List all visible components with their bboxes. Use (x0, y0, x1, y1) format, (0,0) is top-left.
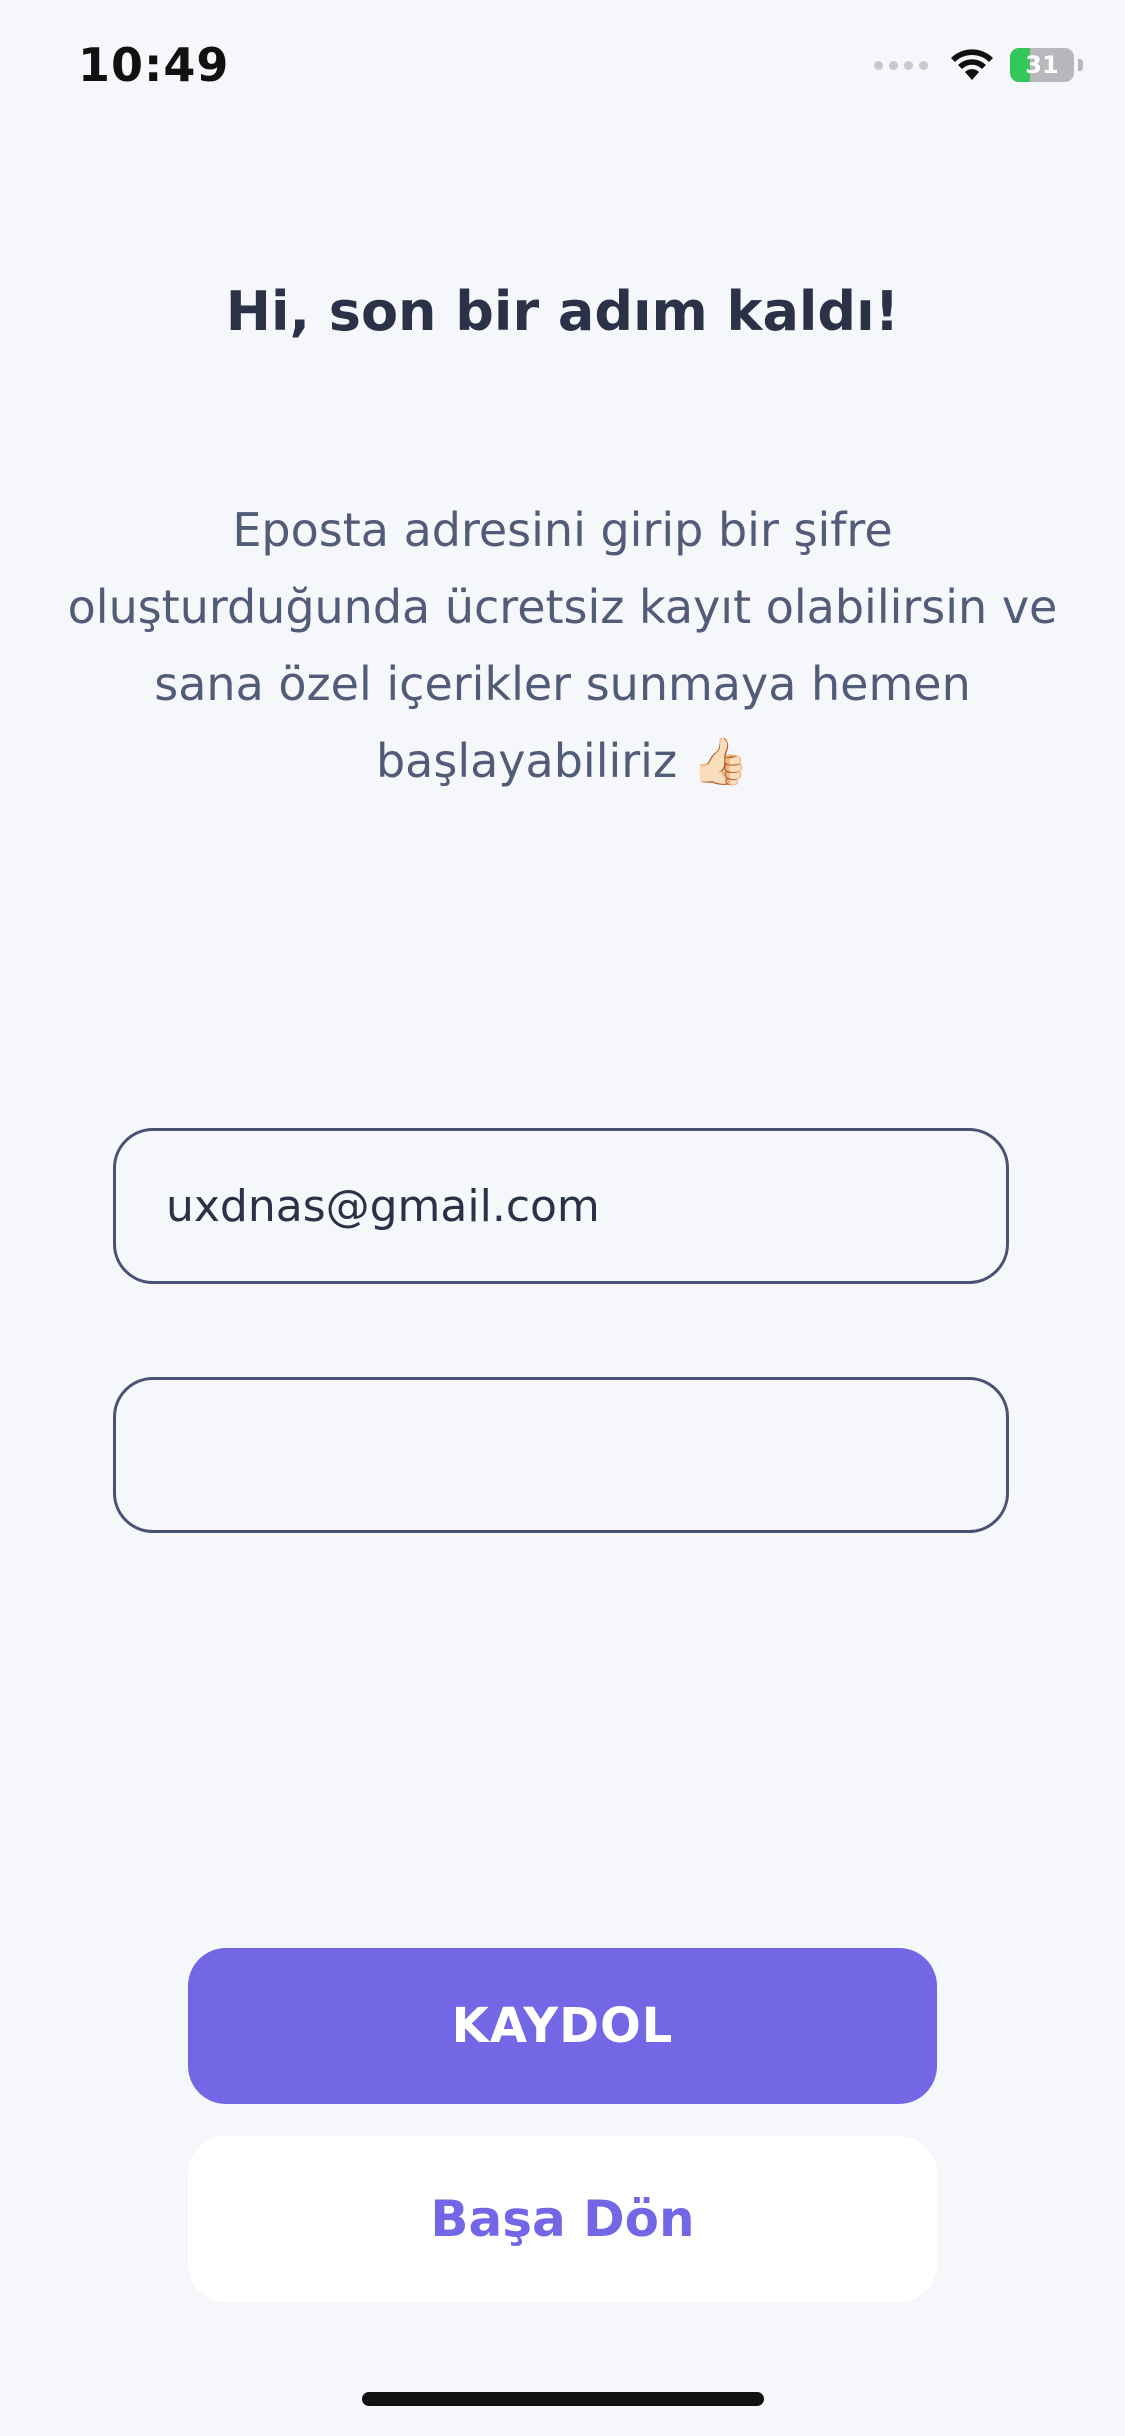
page-title: Hi, son bir adım kaldı! (225, 280, 900, 343)
battery-level: 31 (1025, 51, 1059, 79)
password-input[interactable] (113, 1377, 1009, 1533)
status-time: 10:49 (78, 38, 230, 92)
back-to-start-button[interactable]: Başa Dön (188, 2136, 937, 2302)
signal-dots-icon (874, 60, 928, 70)
status-bar: 10:49 31 (0, 0, 1125, 140)
battery-tip (1078, 59, 1083, 71)
description-text: Eposta adresini girip bir şifre oluşturd… (67, 503, 1058, 788)
email-input[interactable]: uxdnas@gmail.com (113, 1128, 1009, 1284)
email-input-value: uxdnas@gmail.com (166, 1180, 600, 1232)
register-button[interactable]: KAYDOL (188, 1948, 937, 2104)
home-indicator[interactable] (362, 2392, 764, 2406)
wifi-icon (951, 49, 993, 80)
battery-charging-icon: 31 (1010, 48, 1074, 82)
status-icons: 31 (874, 48, 1083, 82)
